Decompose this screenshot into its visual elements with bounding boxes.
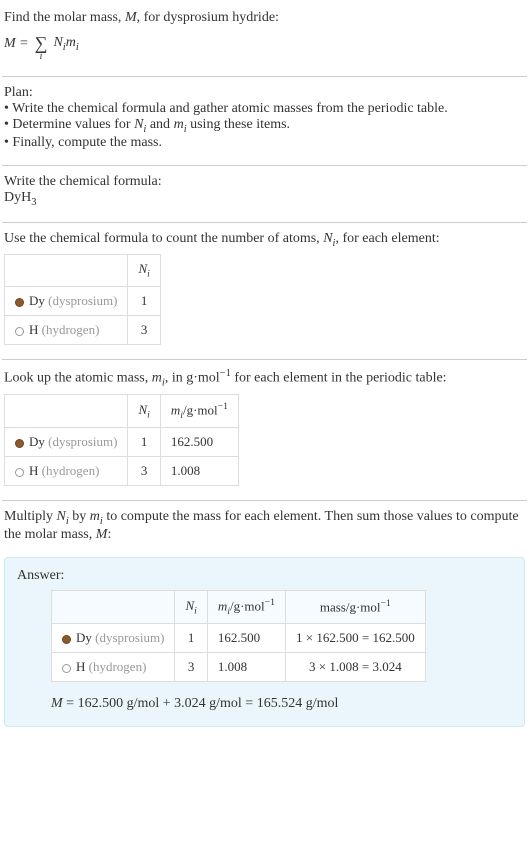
n-cell: 3 <box>128 315 160 344</box>
divider <box>2 500 527 501</box>
n-cell: 1 <box>128 286 160 315</box>
plan-bullet-3: • Finally, compute the mass. <box>4 135 525 151</box>
compute-section: Multiply Ni by mi to compute the mass fo… <box>2 505 527 553</box>
divider <box>2 222 527 223</box>
n-cell: 1 <box>175 624 207 653</box>
element-cell: Dy (dysprosium) <box>5 428 128 457</box>
n-cell: 1 <box>128 428 160 457</box>
table-header-row: Ni <box>5 255 161 287</box>
col-element <box>5 395 128 428</box>
element-cell: H (hydrogen) <box>5 315 128 344</box>
table-row: H (hydrogen) 3 1.008 3 × 1.008 = 3.024 <box>52 653 426 682</box>
sigma-icon: ∑ i <box>35 26 48 62</box>
count-section: Use the chemical formula to count the nu… <box>2 227 527 355</box>
element-cell: Dy (dysprosium) <box>52 624 175 653</box>
mass-cell: 3 × 1.008 = 3.024 <box>286 653 426 682</box>
table-row: Dy (dysprosium) 1 162.500 1 × 162.500 = … <box>52 624 426 653</box>
eq-right: Nimi <box>53 35 78 53</box>
plan-section: Plan: • Write the chemical formula and g… <box>2 81 527 161</box>
element-dot-icon <box>62 635 71 644</box>
table-row: Dy (dysprosium) 1 162.500 <box>5 428 239 457</box>
element-dot-icon <box>15 439 24 448</box>
element-cell: H (hydrogen) <box>5 457 128 486</box>
intro-section: Find the molar mass, M, for dysprosium h… <box>2 6 527 72</box>
count-table: Ni Dy (dysprosium) 1 H (hydrogen) 3 <box>4 254 161 345</box>
plan-heading: Plan: <box>4 85 525 101</box>
table-header-row: Ni mi/g·mol−1 mass/g·mol−1 <box>52 591 426 624</box>
formula-section: Write the chemical formula: DyH3 <box>2 170 527 218</box>
mass-text: Look up the atomic mass, mi, in g·mol−1 … <box>4 368 525 388</box>
element-dot-icon <box>62 664 71 673</box>
col-mi: mi/g·mol−1 <box>207 591 285 624</box>
element-cell: Dy (dysprosium) <box>5 286 128 315</box>
col-Ni: Ni <box>128 255 160 287</box>
col-mass: mass/g·mol−1 <box>286 591 426 624</box>
element-dot-icon <box>15 298 24 307</box>
mass-cell: 1 × 162.500 = 162.500 <box>286 624 426 653</box>
eq-left: M = <box>4 36 29 52</box>
col-mi: mi/g·mol−1 <box>160 395 238 428</box>
mass-section: Look up the atomic mass, mi, in g·mol−1 … <box>2 364 527 496</box>
answer-table: Ni mi/g·mol−1 mass/g·mol−1 Dy (dysprosiu… <box>51 590 426 682</box>
intro-text-b: , for dysprosium hydride: <box>137 10 279 25</box>
intro-text-a: Find the molar mass, <box>4 10 125 25</box>
answer-label: Answer: <box>17 568 512 584</box>
plan-bullet-1: • Write the chemical formula and gather … <box>4 101 525 117</box>
compute-text: Multiply Ni by mi to compute the mass fo… <box>4 509 525 543</box>
mass-cell: 162.500 <box>160 428 238 457</box>
mi-cell: 162.500 <box>207 624 285 653</box>
answer-box: Answer: Ni mi/g·mol−1 mass/g·mol−1 Dy (d… <box>4 557 525 727</box>
n-cell: 3 <box>175 653 207 682</box>
col-Ni: Ni <box>128 395 160 428</box>
col-element <box>52 591 175 624</box>
mass-cell: 1.008 <box>160 457 238 486</box>
divider <box>2 165 527 166</box>
var-M: M <box>125 10 137 25</box>
intro-line: Find the molar mass, M, for dysprosium h… <box>4 10 525 26</box>
table-row: Dy (dysprosium) 1 <box>5 286 161 315</box>
mass-table: Ni mi/g·mol−1 Dy (dysprosium) 1 162.500 … <box>4 394 239 486</box>
divider <box>2 359 527 360</box>
element-cell: H (hydrogen) <box>52 653 175 682</box>
chemical-formula: DyH3 <box>4 190 525 208</box>
mi-cell: 1.008 <box>207 653 285 682</box>
element-dot-icon <box>15 468 24 477</box>
molar-mass-result: M = 162.500 g/mol + 3.024 g/mol = 165.52… <box>51 696 512 712</box>
table-header-row: Ni mi/g·mol−1 <box>5 395 239 428</box>
divider <box>2 76 527 77</box>
plan-bullet-2: • Determine values for Ni and mi using t… <box>4 117 525 135</box>
col-element <box>5 255 128 287</box>
n-cell: 3 <box>128 457 160 486</box>
answer-inner: Ni mi/g·mol−1 mass/g·mol−1 Dy (dysprosiu… <box>17 590 512 712</box>
table-row: H (hydrogen) 3 <box>5 315 161 344</box>
element-dot-icon <box>15 327 24 336</box>
col-Ni: Ni <box>175 591 207 624</box>
molar-mass-equation: M = ∑ i Nimi <box>4 26 525 62</box>
formula-heading: Write the chemical formula: <box>4 174 525 190</box>
table-row: H (hydrogen) 3 1.008 <box>5 457 239 486</box>
count-text: Use the chemical formula to count the nu… <box>4 231 525 249</box>
